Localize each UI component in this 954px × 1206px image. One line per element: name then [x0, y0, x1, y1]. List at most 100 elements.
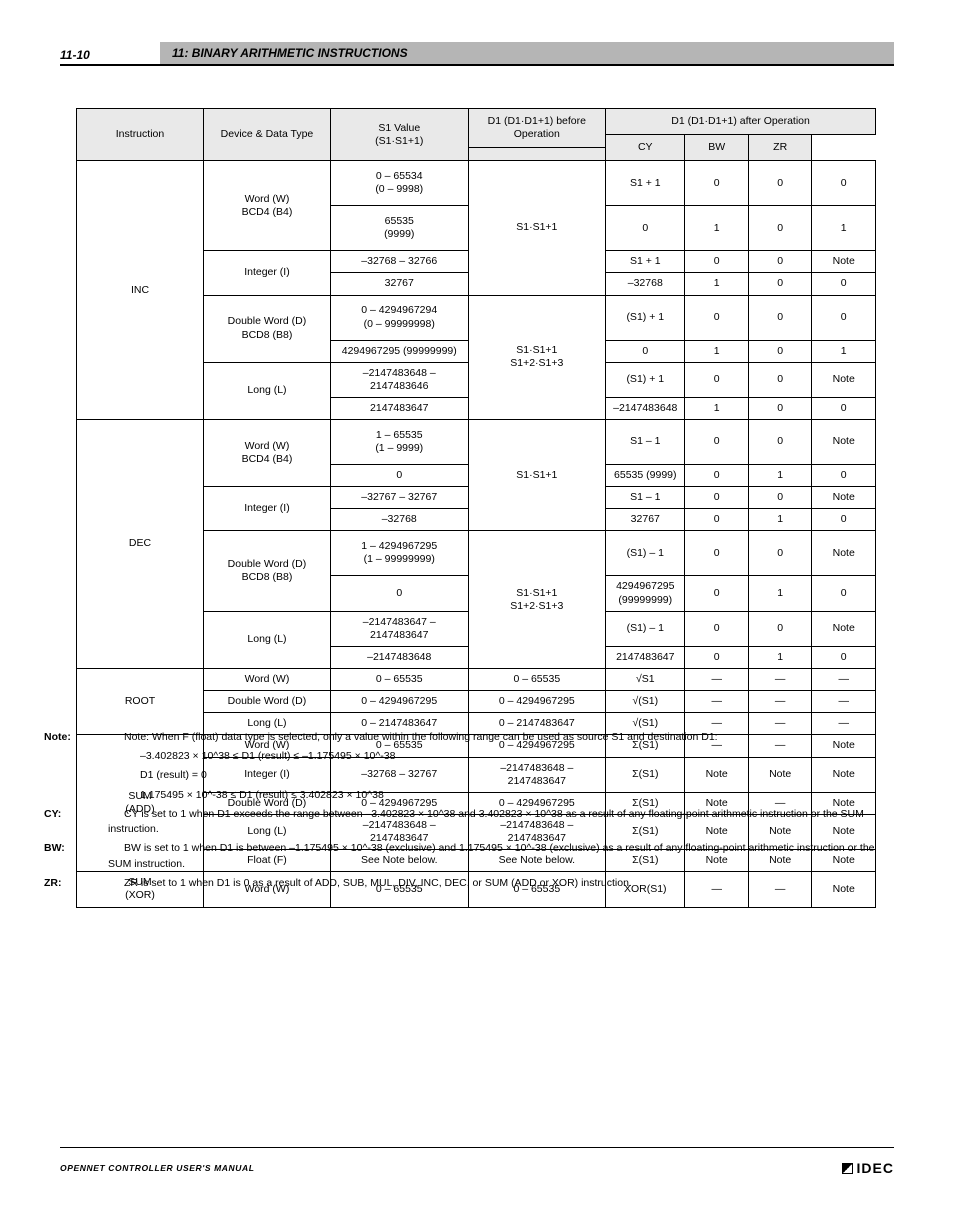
idec-logo: IDEC [842, 1160, 894, 1176]
cell-bw: 0 [748, 340, 811, 362]
cell-cy: 0 [685, 251, 748, 273]
cell-zr: 0 [812, 161, 876, 206]
col-d1-out: D1 (D1·D1+1) after Operation [606, 109, 876, 135]
cell-device-type: Long (L) [203, 362, 330, 419]
float-range-2: D1 (result) = 0 [76, 768, 878, 783]
cell-cy: 0 [685, 362, 748, 397]
cell-bw: 0 [748, 161, 811, 206]
idec-logo-text: IDEC [857, 1160, 894, 1176]
cell-s1: 32767 [330, 273, 468, 295]
footnotes: Note:Note: When F (float) data type is s… [76, 730, 878, 895]
manual-name: OPENNET CONTROLLER USER'S MANUAL [60, 1163, 255, 1173]
cell-cy: 0 [685, 161, 748, 206]
cell-cy: 0 [685, 420, 748, 465]
cell-s1: 1 – 65535(1 – 9999) [330, 420, 468, 465]
cell-instruction: INC [77, 161, 204, 420]
col-d1-pre: D1 (D1·D1+1) before Operation [468, 109, 606, 148]
cell-cy: 1 [685, 340, 748, 362]
cell-d1-out: S1 – 1 [606, 487, 685, 509]
col-d1-pre-cont [468, 148, 606, 161]
cell-bw: — [748, 669, 811, 691]
cell-zr: 1 [812, 206, 876, 251]
cell-s1: –2147483647 – 2147483647 [330, 611, 468, 646]
cell-bw: 1 [748, 646, 811, 668]
cell-d1-out: 32767 [606, 509, 685, 531]
cell-cy: 0 [685, 509, 748, 531]
cell-cy: 0 [685, 611, 748, 646]
cell-s1: 0 [330, 465, 468, 487]
cell-d1-out: √S1 [606, 669, 685, 691]
cell-s1: 0 [330, 576, 468, 611]
cell-d1-out: –2147483648 [606, 397, 685, 419]
cell-s1: –32767 – 32767 [330, 487, 468, 509]
cell-device-type: Double Word (D) [203, 691, 330, 713]
cell-d1-out: (S1) + 1 [606, 295, 685, 340]
col-cy: CY [606, 135, 685, 161]
cell-cy: 1 [685, 273, 748, 295]
cell-device-type: Long (L) [203, 611, 330, 668]
table-row: DECWord (W)BCD4 (B4)1 – 65535(1 – 9999)S… [77, 420, 876, 465]
cell-s1: –2147483648 – 2147483646 [330, 362, 468, 397]
cell-s1: –2147483648 [330, 646, 468, 668]
cell-instruction: DEC [77, 420, 204, 669]
cell-d1-out: 4294967295(99999999) [606, 576, 685, 611]
float-range-1: –3.402823 × 10^38 ≤ D1 (result) ≤ –1.175… [76, 749, 878, 764]
cell-zr: 0 [812, 576, 876, 611]
cell-cy: 1 [685, 206, 748, 251]
cell-cy: 1 [685, 397, 748, 419]
cell-cy: 0 [685, 576, 748, 611]
cell-s1: 0 – 65535 [330, 669, 468, 691]
cell-d1-out: S1 + 1 [606, 161, 685, 206]
cell-d1-pre: S1·S1+1 [468, 161, 606, 295]
cell-d1-out: –32768 [606, 273, 685, 295]
cell-device-type: Word (W)BCD4 (B4) [203, 161, 330, 251]
cell-d1-pre: S1·S1+1S1+2·S1+3 [468, 295, 606, 420]
cell-bw: 0 [748, 273, 811, 295]
cell-d1-pre: 0 – 4294967295 [468, 691, 606, 713]
cell-s1: 1 – 4294967295(1 – 99999999) [330, 531, 468, 576]
cell-bw: 0 [748, 206, 811, 251]
footer: OPENNET CONTROLLER USER'S MANUAL IDEC [60, 1160, 894, 1176]
cell-zr: 0 [812, 646, 876, 668]
cell-cy: — [685, 669, 748, 691]
cell-s1: 0 – 65534(0 – 9998) [330, 161, 468, 206]
cell-zr: Note [812, 362, 876, 397]
cell-s1: 0 – 4294967295 [330, 691, 468, 713]
cell-d1-out: S1 – 1 [606, 420, 685, 465]
cell-bw: — [748, 691, 811, 713]
cell-bw: 1 [748, 465, 811, 487]
cell-s1: 0 – 4294967294(0 – 99999998) [330, 295, 468, 340]
chapter-title: 11: BINARY ARITHMETIC INSTRUCTIONS [160, 42, 894, 66]
cell-bw: 0 [748, 251, 811, 273]
cell-d1-out: (S1) – 1 [606, 531, 685, 576]
cell-d1-pre: S1·S1+1S1+2·S1+3 [468, 531, 606, 669]
cell-device-type: Word (W)BCD4 (B4) [203, 420, 330, 487]
cell-bw: 0 [748, 295, 811, 340]
cell-d1-out: 65535 (9999) [606, 465, 685, 487]
cell-zr: Note [812, 611, 876, 646]
col-device-type: Device & Data Type [203, 109, 330, 161]
note-bw: BW:BW is set to 1 when D1 is between –1.… [76, 841, 878, 871]
cell-s1: 4294967295 (99999999) [330, 340, 468, 362]
cell-s1: –32768 [330, 509, 468, 531]
cell-zr: 0 [812, 397, 876, 419]
cell-cy: 0 [685, 531, 748, 576]
cell-zr: Note [812, 251, 876, 273]
page-header: 11-10 11: BINARY ARITHMETIC INSTRUCTIONS [60, 42, 894, 66]
cell-bw: 0 [748, 487, 811, 509]
cell-zr: Note [812, 420, 876, 465]
cell-d1-out: (S1) – 1 [606, 611, 685, 646]
cell-bw: 0 [748, 420, 811, 465]
col-instruction: Instruction [77, 109, 204, 161]
cell-d1-out: (S1) + 1 [606, 362, 685, 397]
cell-bw: 1 [748, 509, 811, 531]
cell-bw: 0 [748, 362, 811, 397]
col-bw: BW [685, 135, 748, 161]
cell-d1-out: S1 + 1 [606, 251, 685, 273]
table-row: ROOTWord (W)0 – 655350 – 65535√S1——— [77, 669, 876, 691]
cell-cy: 0 [685, 295, 748, 340]
cell-cy: 0 [685, 487, 748, 509]
cell-s1: –32768 – 32766 [330, 251, 468, 273]
note-zr: ZR:ZR is set to 1 when D1 is 0 as a resu… [76, 876, 878, 891]
table-row: INCWord (W)BCD4 (B4)0 – 65534(0 – 9998)S… [77, 161, 876, 206]
